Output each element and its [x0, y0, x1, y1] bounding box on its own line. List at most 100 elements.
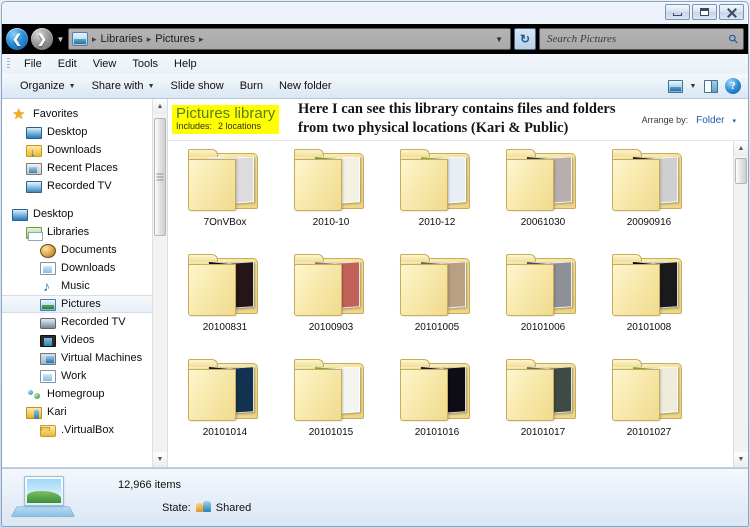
search-input[interactable]: [545, 32, 730, 46]
slide-show-button[interactable]: Slide show: [163, 76, 232, 96]
sidebar-item-recent-places[interactable]: Recent Places: [2, 159, 152, 177]
annotation-overlay: Here I can see this library contains fil…: [298, 100, 616, 137]
folder-icon: [294, 254, 368, 316]
folder-tile[interactable]: 2010-12: [384, 147, 490, 252]
scroll-thumb[interactable]: [154, 118, 166, 236]
sidebar-item-downloads[interactable]: Downloads: [2, 141, 152, 160]
change-view-button[interactable]: [664, 76, 686, 96]
explorer-window: ❮ ❯ ▼ ▸ Libraries ▸ Pictures ▸ ▼ ↻ ⚲ Fil…: [1, 1, 749, 527]
preview-pane-button[interactable]: [700, 76, 722, 96]
help-icon: ?: [725, 78, 741, 94]
folder-tile[interactable]: 20101005: [384, 252, 490, 357]
folder-icon: [612, 254, 686, 316]
organize-button[interactable]: Organize ▼: [12, 76, 84, 96]
sidebar-item-music[interactable]: Music: [2, 277, 152, 295]
command-bar: Organize ▼ Share with ▼ Slide show Burn …: [2, 74, 748, 99]
folder-tile[interactable]: 20101016: [384, 357, 490, 462]
content-scrollbar[interactable]: ▲ ▼: [733, 141, 748, 467]
details-pane: 12,966 items State: Shared: [2, 468, 748, 526]
file-grid[interactable]: 7OnVBox 2010-10 2010-12 20061030 20090916 201…: [168, 141, 733, 467]
scroll-thumb[interactable]: [735, 158, 747, 184]
sidebar-item-kari[interactable]: Kari: [2, 403, 152, 421]
folder-tile[interactable]: 7OnVBox: [172, 147, 278, 252]
menu-edit[interactable]: Edit: [50, 56, 85, 72]
library-icon-photo: [24, 475, 64, 506]
new-folder-button[interactable]: New folder: [271, 76, 340, 96]
folder-icon: [400, 359, 474, 421]
folder-tile[interactable]: 20100903: [278, 252, 384, 357]
menu-view[interactable]: View: [85, 56, 125, 72]
folder-icon: [612, 149, 686, 211]
back-button[interactable]: ❮: [6, 28, 28, 50]
help-button[interactable]: ?: [722, 76, 744, 96]
sidebar-item-downloads[interactable]: Downloads: [2, 259, 152, 277]
change-view-dropdown[interactable]: ▼: [686, 76, 700, 96]
user-folder-icon: [26, 407, 42, 419]
scroll-track[interactable]: [153, 114, 167, 452]
menu-drag-grip[interactable]: [7, 58, 10, 70]
address-history-dropdown[interactable]: ▼: [491, 35, 507, 44]
sidebar-item-virtual-machines[interactable]: Virtual Machines: [2, 349, 152, 367]
sidebar-item-recorded-tv[interactable]: Recorded TV: [2, 313, 152, 331]
sidebar-item-videos[interactable]: Videos: [2, 331, 152, 349]
folder-tile[interactable]: 2010-10: [278, 147, 384, 252]
sidebar-item-recorded-tv[interactable]: Recorded TV: [2, 177, 152, 195]
sidebar-item-label: Music: [61, 280, 90, 292]
folder-tile[interactable]: 20090916: [596, 147, 702, 252]
folder-tile[interactable]: 20101027: [596, 357, 702, 462]
minimize-button[interactable]: [665, 4, 690, 20]
sidebar-item-label: Recent Places: [47, 162, 118, 174]
recent-pages-dropdown[interactable]: ▼: [56, 35, 65, 44]
scroll-down-button[interactable]: ▼: [734, 452, 748, 467]
breadcrumb-libraries[interactable]: Libraries: [99, 33, 145, 45]
folder-tile[interactable]: 20101006: [490, 252, 596, 357]
sidebar-item-favorites[interactable]: Favorites: [2, 105, 152, 123]
sidebar-item-libraries[interactable]: Libraries: [2, 223, 152, 241]
menu-file[interactable]: File: [16, 56, 50, 72]
address-bar[interactable]: ▸ Libraries ▸ Pictures ▸ ▼: [68, 28, 511, 50]
sidebar-item-homegroup[interactable]: Homegroup: [2, 385, 152, 403]
sidebar-item-work[interactable]: Work: [2, 367, 152, 385]
sidebar-item-label: Favorites: [33, 108, 79, 120]
folder-tile[interactable]: 20101008: [596, 252, 702, 357]
scroll-track[interactable]: [734, 156, 748, 452]
sidebar-item-documents[interactable]: Documents: [2, 241, 152, 259]
library-title-highlight: Pictures library Includes: 2 locations: [172, 105, 280, 134]
sidebar-item-label: Videos: [61, 334, 95, 346]
arrange-by-control[interactable]: Arrange by: Folder ▾: [642, 115, 736, 126]
state-label: State:: [162, 501, 191, 514]
maximize-restore-button[interactable]: [692, 4, 717, 20]
chevron-down-icon[interactable]: ▾: [732, 117, 736, 125]
burn-button[interactable]: Burn: [232, 76, 271, 96]
sidebar-item-virtualbox[interactable]: .VirtualBox: [2, 421, 152, 439]
chevron-down-icon: ▼: [689, 82, 697, 90]
refresh-button[interactable]: ↻: [514, 28, 536, 50]
folder-tile[interactable]: 20101015: [278, 357, 384, 462]
forward-button[interactable]: ❯: [31, 28, 53, 50]
share-with-button[interactable]: Share with ▼: [84, 76, 163, 96]
includes-value[interactable]: 2 locations: [218, 121, 261, 131]
address-bar-strip: ❮ ❯ ▼ ▸ Libraries ▸ Pictures ▸ ▼ ↻ ⚲: [2, 24, 748, 54]
scroll-up-button[interactable]: ▲: [734, 141, 748, 156]
sidebar-item-pictures[interactable]: Pictures: [2, 295, 152, 313]
menu-help[interactable]: Help: [166, 56, 205, 72]
scroll-down-button[interactable]: ▼: [153, 452, 167, 467]
sidebar-item-desktop[interactable]: Desktop: [2, 205, 152, 223]
folder-tile[interactable]: 20101017: [490, 357, 596, 462]
breadcrumb-pictures[interactable]: Pictures: [153, 33, 197, 45]
folder-tile[interactable]: 20100831: [172, 252, 278, 357]
folder-tile[interactable]: 20061030: [490, 147, 596, 252]
sidebar-item-label: Homegroup: [47, 388, 105, 400]
navigation-scrollbar[interactable]: ▲ ▼: [152, 99, 167, 467]
sidebar-item-desktop[interactable]: Desktop: [2, 123, 152, 141]
downloads-folder-icon: [26, 145, 42, 160]
search-box[interactable]: ⚲: [539, 28, 744, 50]
folder-tile[interactable]: 20101014: [172, 357, 278, 462]
scroll-up-button[interactable]: ▲: [153, 99, 167, 114]
videos-library-icon: [40, 335, 56, 347]
chevron-down-icon: ▼: [68, 82, 76, 90]
close-button[interactable]: [719, 4, 744, 20]
arrange-by-value[interactable]: Folder: [696, 115, 724, 126]
menu-tools[interactable]: Tools: [124, 56, 166, 72]
homegroup-icon: [26, 387, 42, 402]
